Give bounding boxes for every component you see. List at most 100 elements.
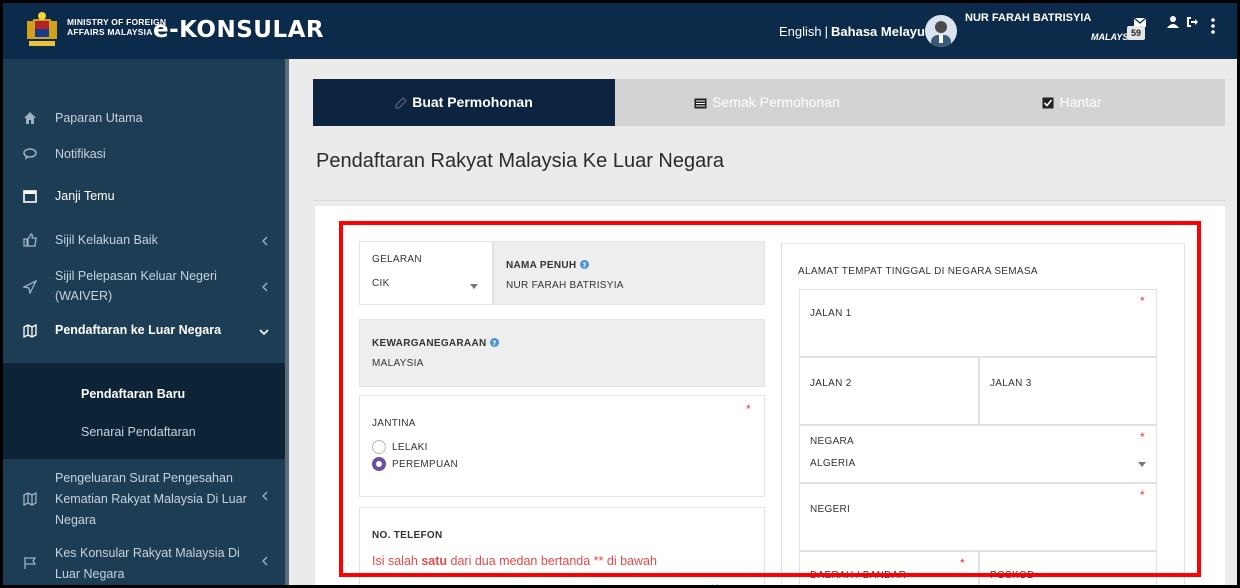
help-icon[interactable]: ? [579, 260, 589, 269]
svg-text:?: ? [582, 261, 586, 269]
chevron-left-icon [262, 491, 268, 501]
radio-perempuan[interactable] [372, 457, 386, 471]
help-icon[interactable]: ? [489, 338, 499, 347]
sidebar-item-pengeluaran-surat[interactable]: Pengeluaran Surat Pengesahan Kematian Ra… [3, 469, 285, 531]
sidebar-item-label-line2: (WAIVER) [55, 289, 113, 303]
step-label: Buat Permohonan [412, 94, 533, 110]
kewarganegaraan-label: KEWARGANEGARAAN [372, 338, 487, 349]
ministry-line-1: MINISTRY OF FOREIGN [67, 17, 167, 27]
gelaran-select[interactable]: GELARAN CIK [359, 241, 493, 305]
kewarganegaraan-label-wrap: KEWARGANEGARAAN ? [372, 338, 499, 349]
language-switch: English | Bahasa Melayu [779, 24, 925, 39]
user-avatar-icon [931, 21, 951, 47]
sidebar-item-sijil-pelepasan[interactable]: Sijil Pelepasan Keluar Negeri (WAIVER) [3, 267, 285, 311]
sidebar-item-label: Janji Temu [55, 189, 115, 203]
sidebar-item-notifikasi[interactable]: Notifikasi [3, 145, 285, 175]
svg-text:?: ? [492, 339, 496, 347]
telefon-hint-pre: Isi salah [372, 554, 422, 568]
sidebar-submenu: Pendaftaran Baru Senarai Pendaftaran [3, 363, 285, 459]
sidebar-item-paparan-utama[interactable]: Paparan Utama [3, 109, 285, 139]
jalan2-input[interactable]: JALAN 2 [799, 357, 979, 425]
jalan3-label: JALAN 3 [990, 378, 1032, 389]
required-mark: * [960, 556, 965, 570]
user-avatar[interactable] [925, 15, 957, 47]
send-icon [23, 280, 37, 294]
thumbs-up-icon [23, 233, 37, 247]
map-icon [23, 492, 37, 506]
sidebar-item-pendaftaran-luar-negara[interactable]: Pendaftaran ke Luar Negara [3, 321, 285, 351]
lang-malay-link[interactable]: Bahasa Melayu [831, 24, 925, 39]
kewarganegaraan-field: KEWARGANEGARAAN ? MALAYSIA [359, 319, 765, 387]
jalan3-input[interactable]: JALAN 3 [979, 357, 1157, 425]
step-semak-permohonan[interactable]: Semak Permohonan [615, 79, 919, 126]
sidebar-subitem-senarai-pendaftaran[interactable]: Senarai Pendaftaran [81, 425, 196, 439]
negara-label: NEGARA [810, 436, 855, 447]
radio-lelaki[interactable] [372, 440, 386, 454]
sidebar-item-label: Sijil Kelakuan Baik [55, 233, 158, 247]
flag-icon [24, 557, 37, 569]
notification-count-badge: 59 [1127, 26, 1146, 40]
chevron-left-icon [262, 282, 268, 292]
chat-icon [23, 148, 37, 160]
chevron-left-icon [262, 556, 268, 566]
list-icon [694, 98, 707, 109]
ministry-line-2: AFFAIRS MALAYSIA [67, 27, 153, 37]
lang-english-link[interactable]: English [779, 24, 822, 39]
sidebar-item-janji-temu[interactable]: Janji Temu [3, 187, 285, 217]
sidebar-item-label-line3: Negara [55, 513, 96, 527]
sidebar-subitem-pendaftaran-baru[interactable]: Pendaftaran Baru [81, 387, 185, 401]
poskod-input[interactable]: POSKOD [979, 551, 1157, 585]
chevron-down-icon [259, 329, 269, 336]
daerah-input[interactable]: DAERAH / BANDAR * [799, 551, 979, 585]
negeri-label: NEGERI [810, 504, 851, 515]
radio-perempuan-label[interactable]: PEREMPUAN [392, 459, 458, 470]
telefon-label: NO. TELEFON [372, 530, 443, 541]
required-mark: * [746, 402, 751, 416]
gelaran-value: CIK [372, 278, 390, 289]
step-label: Hantar [1059, 94, 1102, 110]
nama-label: NAMA PENUH [506, 260, 577, 271]
sidebar-item-label: Notifikasi [55, 147, 106, 161]
step-buat-permohonan[interactable]: Buat Permohonan [313, 79, 615, 126]
gelaran-label: GELARAN [372, 254, 422, 265]
required-mark: * [1140, 294, 1145, 308]
jalan1-input[interactable]: JALAN 1 * [799, 289, 1157, 357]
required-mark: * [1140, 430, 1145, 444]
sidebar-item-sijil-kelakuan-baik[interactable]: Sijil Kelakuan Baik [3, 231, 285, 261]
user-profile-icon[interactable] [1166, 15, 1180, 29]
negara-value: ALGERIA [810, 458, 856, 469]
nama-label-wrap: NAMA PENUH ? [506, 260, 589, 271]
edit-icon [395, 97, 408, 109]
nama-penuh-field: NAMA PENUH ? NUR FARAH BATRISYIA [493, 241, 765, 305]
telefon-hint-bold: satu [421, 554, 448, 568]
brand-logo[interactable]: e-KONSULAR [153, 17, 324, 43]
sidebar: Paparan Utama Notifikasi Janji Temu Siji… [3, 59, 285, 585]
jalan2-label: JALAN 2 [810, 378, 852, 389]
alamat-label: ALAMAT TEMPAT TINGGAL DI NEGARA SEMASA [798, 266, 1038, 277]
divider [313, 200, 1225, 201]
negeri-input[interactable]: NEGERI * [799, 483, 1157, 551]
sidebar-item-kes-konsular[interactable]: Kes Konsular Rakyat Malaysia Di Luar Neg… [3, 544, 285, 585]
step-label: Semak Permohonan [712, 94, 840, 110]
telefon-hint-post: dari dua medan bertanda ** di bawah [447, 554, 657, 568]
sidebar-item-label: Pengeluaran Surat Pengesahan [55, 471, 233, 485]
radio-lelaki-label[interactable]: LELAKI [392, 442, 428, 453]
telefon-hint: Isi salah satu dari dua medan bertanda *… [372, 554, 657, 568]
sidebar-item-label: Kes Konsular Rakyat Malaysia Di [55, 546, 240, 560]
logout-icon[interactable] [1185, 15, 1199, 29]
sidebar-item-label: Paparan Utama [55, 111, 143, 125]
more-vertical-icon[interactable] [1211, 18, 1215, 34]
wizard-steps: Buat Permohonan Semak Permohonan Hantar [313, 79, 1225, 126]
user-name: NUR FARAH BATRISYIA [965, 12, 1092, 24]
required-double-mark: ** [710, 582, 719, 585]
negara-select[interactable]: NEGARA * ALGERIA [799, 425, 1157, 483]
jantina-label: JANTINA [372, 418, 416, 429]
nama-value: NUR FARAH BATRISYIA [506, 280, 624, 291]
sidebar-scrollbar[interactable] [285, 59, 289, 585]
app-frame: MINISTRY OF FOREIGN AFFAIRS MALAYSIA e-K… [3, 3, 1237, 585]
home-icon [24, 112, 36, 124]
sidebar-item-label-line2: Kematian Rakyat Malaysia Di Luar [55, 492, 247, 506]
top-header: MINISTRY OF FOREIGN AFFAIRS MALAYSIA e-K… [3, 3, 1237, 59]
page-title: Pendaftaran Rakyat Malaysia Ke Luar Nega… [316, 150, 725, 172]
step-hantar[interactable]: Hantar [919, 79, 1225, 126]
